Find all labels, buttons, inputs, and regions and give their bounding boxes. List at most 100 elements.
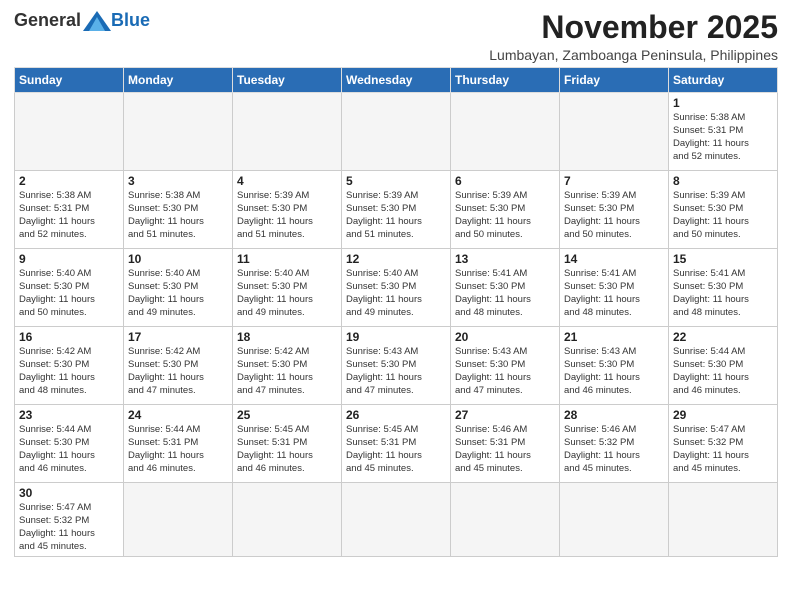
cell-text: Sunrise: 5:38 AM Sunset: 5:31 PM Dayligh… bbox=[673, 112, 773, 163]
week-row-2: 9 Sunrise: 5:40 AM Sunset: 5:30 PM Daylig… bbox=[15, 249, 778, 327]
logo-icon bbox=[83, 11, 111, 31]
cell-text: Sunrise: 5:44 AM Sunset: 5:30 PM Dayligh… bbox=[673, 346, 773, 397]
cal-cell: 10 Sunrise: 5:40 AM Sunset: 5:30 PM Dayli… bbox=[124, 249, 233, 327]
week-row-5: 30 Sunrise: 5:47 AM Sunset: 5:32 PM Dayli… bbox=[15, 483, 778, 557]
cal-cell bbox=[124, 483, 233, 557]
day-number: 1 bbox=[673, 96, 773, 110]
day-number: 19 bbox=[346, 330, 446, 344]
cal-cell: 28 Sunrise: 5:46 AM Sunset: 5:32 PM Dayli… bbox=[560, 405, 669, 483]
day-number: 26 bbox=[346, 408, 446, 422]
day-number: 25 bbox=[237, 408, 337, 422]
cal-cell bbox=[124, 93, 233, 171]
day-number: 7 bbox=[564, 174, 664, 188]
cell-text: Sunrise: 5:38 AM Sunset: 5:30 PM Dayligh… bbox=[128, 190, 228, 241]
cell-text: Sunrise: 5:40 AM Sunset: 5:30 PM Dayligh… bbox=[19, 268, 119, 319]
cal-cell: 5 Sunrise: 5:39 AM Sunset: 5:30 PM Daylig… bbox=[342, 171, 451, 249]
day-number: 20 bbox=[455, 330, 555, 344]
cal-cell: 20 Sunrise: 5:43 AM Sunset: 5:30 PM Dayli… bbox=[451, 327, 560, 405]
cal-cell: 26 Sunrise: 5:45 AM Sunset: 5:31 PM Dayli… bbox=[342, 405, 451, 483]
cal-cell: 29Sunrise: 5:47 AM Sunset: 5:32 PM Dayli… bbox=[669, 405, 778, 483]
cell-text: Sunrise: 5:46 AM Sunset: 5:32 PM Dayligh… bbox=[564, 424, 664, 475]
cell-text: Sunrise: 5:41 AM Sunset: 5:30 PM Dayligh… bbox=[455, 268, 555, 319]
cell-text: Sunrise: 5:42 AM Sunset: 5:30 PM Dayligh… bbox=[19, 346, 119, 397]
cal-cell bbox=[233, 93, 342, 171]
day-header-wednesday: Wednesday bbox=[342, 68, 451, 93]
cell-text: Sunrise: 5:43 AM Sunset: 5:30 PM Dayligh… bbox=[455, 346, 555, 397]
cal-cell: 11Sunrise: 5:40 AM Sunset: 5:30 PM Dayli… bbox=[233, 249, 342, 327]
day-number: 22 bbox=[673, 330, 773, 344]
cell-text: Sunrise: 5:45 AM Sunset: 5:31 PM Dayligh… bbox=[346, 424, 446, 475]
day-number: 5 bbox=[346, 174, 446, 188]
cal-cell bbox=[342, 483, 451, 557]
day-number: 24 bbox=[128, 408, 228, 422]
cal-cell: 23 Sunrise: 5:44 AM Sunset: 5:30 PM Dayli… bbox=[15, 405, 124, 483]
day-number: 23 bbox=[19, 408, 119, 422]
logo-general-text: General bbox=[14, 10, 81, 31]
day-header-friday: Friday bbox=[560, 68, 669, 93]
cell-text: Sunrise: 5:39 AM Sunset: 5:30 PM Dayligh… bbox=[346, 190, 446, 241]
cal-cell: 12 Sunrise: 5:40 AM Sunset: 5:30 PM Dayli… bbox=[342, 249, 451, 327]
cell-text: Sunrise: 5:41 AM Sunset: 5:30 PM Dayligh… bbox=[673, 268, 773, 319]
cell-text: Sunrise: 5:42 AM Sunset: 5:30 PM Dayligh… bbox=[237, 346, 337, 397]
cell-text: Sunrise: 5:47 AM Sunset: 5:32 PM Dayligh… bbox=[19, 502, 119, 553]
cal-cell: 17Sunrise: 5:42 AM Sunset: 5:30 PM Dayli… bbox=[124, 327, 233, 405]
day-header-saturday: Saturday bbox=[669, 68, 778, 93]
cal-cell bbox=[233, 483, 342, 557]
cal-cell: 3 Sunrise: 5:38 AM Sunset: 5:30 PM Daylig… bbox=[124, 171, 233, 249]
day-number: 28 bbox=[564, 408, 664, 422]
cal-cell bbox=[560, 93, 669, 171]
cell-text: Sunrise: 5:40 AM Sunset: 5:30 PM Dayligh… bbox=[128, 268, 228, 319]
cal-cell: 8Sunrise: 5:39 AM Sunset: 5:30 PM Daylig… bbox=[669, 171, 778, 249]
cal-cell bbox=[15, 93, 124, 171]
day-number: 27 bbox=[455, 408, 555, 422]
cell-text: Sunrise: 5:43 AM Sunset: 5:30 PM Dayligh… bbox=[564, 346, 664, 397]
cal-cell: 9 Sunrise: 5:40 AM Sunset: 5:30 PM Daylig… bbox=[15, 249, 124, 327]
cal-cell: 6Sunrise: 5:39 AM Sunset: 5:30 PM Daylig… bbox=[451, 171, 560, 249]
week-row-4: 23 Sunrise: 5:44 AM Sunset: 5:30 PM Dayli… bbox=[15, 405, 778, 483]
day-number: 16 bbox=[19, 330, 119, 344]
cal-cell: 1 Sunrise: 5:38 AM Sunset: 5:31 PM Daylig… bbox=[669, 93, 778, 171]
cell-text: Sunrise: 5:39 AM Sunset: 5:30 PM Dayligh… bbox=[564, 190, 664, 241]
cell-text: Sunrise: 5:41 AM Sunset: 5:30 PM Dayligh… bbox=[564, 268, 664, 319]
cell-text: Sunrise: 5:43 AM Sunset: 5:30 PM Dayligh… bbox=[346, 346, 446, 397]
cal-cell bbox=[669, 483, 778, 557]
day-number: 2 bbox=[19, 174, 119, 188]
cal-cell: 19 Sunrise: 5:43 AM Sunset: 5:30 PM Dayli… bbox=[342, 327, 451, 405]
cal-cell: 7 Sunrise: 5:39 AM Sunset: 5:30 PM Daylig… bbox=[560, 171, 669, 249]
week-row-3: 16 Sunrise: 5:42 AM Sunset: 5:30 PM Dayli… bbox=[15, 327, 778, 405]
day-number: 8 bbox=[673, 174, 773, 188]
cell-text: Sunrise: 5:44 AM Sunset: 5:30 PM Dayligh… bbox=[19, 424, 119, 475]
week-row-1: 2 Sunrise: 5:38 AM Sunset: 5:31 PM Daylig… bbox=[15, 171, 778, 249]
cell-text: Sunrise: 5:39 AM Sunset: 5:30 PM Dayligh… bbox=[237, 190, 337, 241]
cell-text: Sunrise: 5:39 AM Sunset: 5:30 PM Dayligh… bbox=[455, 190, 555, 241]
cal-cell: 22 Sunrise: 5:44 AM Sunset: 5:30 PM Dayli… bbox=[669, 327, 778, 405]
cell-text: Sunrise: 5:44 AM Sunset: 5:31 PM Dayligh… bbox=[128, 424, 228, 475]
cal-cell: 24 Sunrise: 5:44 AM Sunset: 5:31 PM Dayli… bbox=[124, 405, 233, 483]
day-number: 13 bbox=[455, 252, 555, 266]
day-number: 18 bbox=[237, 330, 337, 344]
cal-cell: 13 Sunrise: 5:41 AM Sunset: 5:30 PM Dayli… bbox=[451, 249, 560, 327]
cal-cell: 27Sunrise: 5:46 AM Sunset: 5:31 PM Dayli… bbox=[451, 405, 560, 483]
day-number: 9 bbox=[19, 252, 119, 266]
day-number: 12 bbox=[346, 252, 446, 266]
cell-text: Sunrise: 5:38 AM Sunset: 5:31 PM Dayligh… bbox=[19, 190, 119, 241]
day-number: 10 bbox=[128, 252, 228, 266]
logo: General Blue bbox=[14, 10, 150, 31]
cal-cell: 2 Sunrise: 5:38 AM Sunset: 5:31 PM Daylig… bbox=[15, 171, 124, 249]
logo-area: General Blue bbox=[14, 10, 150, 31]
location-title: Lumbayan, Zamboanga Peninsula, Philippin… bbox=[489, 47, 778, 63]
header-row: SundayMondayTuesdayWednesdayThursdayFrid… bbox=[15, 68, 778, 93]
day-number: 30 bbox=[19, 486, 119, 500]
logo-blue-text: Blue bbox=[111, 10, 150, 31]
cal-cell bbox=[342, 93, 451, 171]
day-number: 4 bbox=[237, 174, 337, 188]
cell-text: Sunrise: 5:42 AM Sunset: 5:30 PM Dayligh… bbox=[128, 346, 228, 397]
title-area: November 2025 Lumbayan, Zamboanga Penins… bbox=[489, 10, 778, 63]
month-title: November 2025 bbox=[489, 10, 778, 45]
day-number: 3 bbox=[128, 174, 228, 188]
cell-text: Sunrise: 5:40 AM Sunset: 5:30 PM Dayligh… bbox=[346, 268, 446, 319]
cal-cell: 30 Sunrise: 5:47 AM Sunset: 5:32 PM Dayli… bbox=[15, 483, 124, 557]
cal-cell: 25Sunrise: 5:45 AM Sunset: 5:31 PM Dayli… bbox=[233, 405, 342, 483]
cal-cell: 18 Sunrise: 5:42 AM Sunset: 5:30 PM Dayli… bbox=[233, 327, 342, 405]
day-number: 11 bbox=[237, 252, 337, 266]
